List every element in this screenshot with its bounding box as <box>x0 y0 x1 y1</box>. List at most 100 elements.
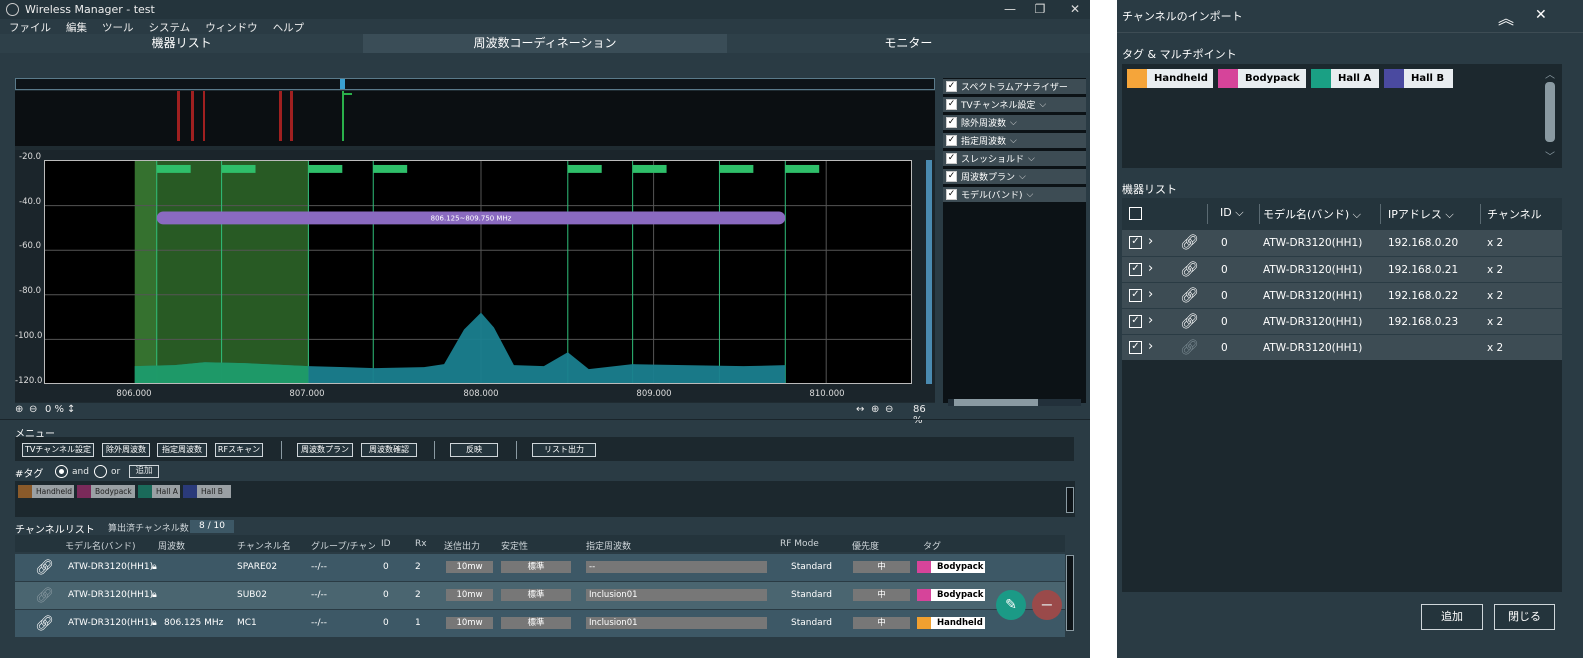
display-option-item[interactable]: ✓ 除外周波数 ⌵ <box>943 115 1086 130</box>
fixed-frequency-select[interactable]: Inclusion01 <box>586 617 767 629</box>
chevron-down-icon[interactable]: ⌵ <box>1019 172 1026 182</box>
horizontal-resize-icon[interactable]: ↔ <box>856 404 864 415</box>
checkbox-checked-icon[interactable]: ✓ <box>946 81 957 92</box>
priority-select[interactable]: 中 <box>853 589 910 601</box>
menu-system[interactable]: システム <box>149 20 191 35</box>
link-icon[interactable]: 🔗︎ <box>35 614 54 632</box>
display-option-item[interactable]: ✓ モデル(バンド) ⌵ <box>943 187 1086 202</box>
column-header[interactable]: チャンネル <box>1487 206 1542 222</box>
tag-chip-handheld[interactable]: Handheld <box>1127 69 1213 88</box>
column-header[interactable]: グループ/チャンネル <box>311 539 375 552</box>
tag-chip-bodypack[interactable]: Bodypack <box>77 485 135 498</box>
lock-icon[interactable]: 🔒︎ <box>152 562 157 572</box>
power-select[interactable]: 10mw <box>446 617 493 629</box>
chevron-right-icon[interactable]: › <box>1148 339 1153 354</box>
tag-chip[interactable]: Bodypack <box>917 561 985 573</box>
checkbox-checked-icon[interactable]: ✓ <box>1129 289 1142 302</box>
priority-select[interactable]: 中 <box>853 561 910 573</box>
column-header[interactable]: 送信出力 <box>444 539 480 552</box>
tag-chip-hall-a[interactable]: Hall A <box>138 485 180 498</box>
chevron-right-icon[interactable]: › <box>1148 261 1153 276</box>
close-button[interactable]: 閉じる <box>1494 604 1555 630</box>
chevron-right-icon[interactable]: › <box>1148 313 1153 328</box>
checkbox-checked-icon[interactable]: ✓ <box>946 135 957 146</box>
rf-scan-button[interactable]: RFスキャン <box>215 443 263 457</box>
display-option-item[interactable]: ✓ スレッショルド ⌵ <box>943 151 1086 166</box>
add-button[interactable]: 追加 <box>1421 604 1483 630</box>
link-icon[interactable]: 🔗︎ <box>1180 233 1199 251</box>
spectrum-chart[interactable]: 806.125~809.750 MHz <box>44 160 912 384</box>
chevron-down-icon[interactable]: ⌵ <box>1026 190 1033 200</box>
menu-window[interactable]: ウィンドウ <box>205 20 258 35</box>
tag-chip-hall-b[interactable]: Hall B <box>183 485 231 498</box>
chevron-down-icon[interactable]: ⌵ <box>1010 118 1017 128</box>
column-header[interactable]: 周波数 <box>158 539 185 552</box>
device-row[interactable]: ✓ › 🔗︎ 0 ATW-DR3120(HH1) 192.168.0.23 x 2 <box>1122 308 1562 334</box>
tab-device-list[interactable]: 機器リスト <box>0 34 364 53</box>
or-radio[interactable] <box>94 465 107 478</box>
channel-row[interactable]: 🔗︎ ATW-DR3120(HH1) 🔒︎ SUB02 --/-- 0 2 10mw 標準 Inc… <box>15 582 1065 609</box>
tag-chip[interactable]: Handheld <box>917 617 985 629</box>
list-export-button[interactable]: リスト出力 <box>532 443 596 457</box>
device-row[interactable]: ✓ › 🔗︎ 0 ATW-DR3120(HH1) x 2 <box>1122 334 1562 360</box>
tv-channel-settings-button[interactable]: TVチャンネル設定 <box>22 443 94 457</box>
lock-icon[interactable]: 🔒︎ <box>152 590 157 600</box>
fixed-frequency-select[interactable]: -- <box>586 561 767 573</box>
checkbox-checked-icon[interactable]: ✓ <box>1129 341 1142 354</box>
menu-help[interactable]: ヘルプ <box>273 20 305 35</box>
column-header[interactable]: ID ⌵ <box>1220 206 1244 220</box>
zoom-in-icon[interactable]: ⊕ <box>871 404 879 415</box>
device-row[interactable]: ✓ › 🔗︎ 0 ATW-DR3120(HH1) 192.168.0.21 x 2 <box>1122 256 1562 282</box>
vertical-resize-icon[interactable]: ↕ <box>67 404 75 415</box>
power-select[interactable]: 10mw <box>446 561 493 573</box>
checkbox-checked-icon[interactable]: ✓ <box>946 99 957 110</box>
tag-chip-handheld[interactable]: Handheld <box>18 485 74 498</box>
maximize-icon[interactable]: ❐ <box>1025 0 1055 19</box>
add-tag-button[interactable]: 追加 <box>129 465 159 478</box>
dialog-tag-scrollbar[interactable]: ︿ ﹀ <box>1543 66 1557 164</box>
device-row[interactable]: ✓ › 🔗︎ 0 ATW-DR3120(HH1) 192.168.0.20 x 2 <box>1122 230 1562 256</box>
checkbox-checked-icon[interactable]: ✓ <box>946 171 957 182</box>
column-header[interactable]: IPアドレス ⌵ <box>1388 206 1454 222</box>
display-option-item[interactable]: ✓ 指定周波数 ⌵ <box>943 133 1086 148</box>
link-icon[interactable]: 🔗︎ <box>1180 338 1199 356</box>
priority-select[interactable]: 中 <box>853 617 910 629</box>
close-icon[interactable]: ✕ <box>1060 0 1090 19</box>
and-radio[interactable] <box>55 465 68 478</box>
tag-chip-bodypack[interactable]: Bodypack <box>1218 69 1306 88</box>
zoom-out-icon[interactable]: ⊖ <box>29 404 37 415</box>
stability-select[interactable]: 標準 <box>501 617 571 629</box>
device-row[interactable]: ✓ › 🔗︎ 0 ATW-DR3120(HH1) 192.168.0.22 x 2 <box>1122 282 1562 308</box>
minimize-icon[interactable]: — <box>995 0 1025 19</box>
stability-select[interactable]: 標準 <box>501 589 571 601</box>
lock-icon[interactable]: 🔒︎ <box>152 618 157 628</box>
column-header[interactable]: ID <box>381 539 391 549</box>
link-icon[interactable]: 🔗︎ <box>35 558 54 576</box>
column-header[interactable]: Rx <box>415 539 427 549</box>
checkbox-checked-icon[interactable]: ✓ <box>946 117 957 128</box>
column-header[interactable]: 指定周波数 <box>586 539 631 552</box>
link-icon[interactable]: 🔗︎ <box>1180 260 1199 278</box>
checkbox-checked-icon[interactable]: ✓ <box>1129 315 1142 328</box>
channel-list-scrollbar[interactable] <box>1066 555 1074 631</box>
edit-fab-button[interactable]: ✎ <box>996 590 1026 620</box>
zoom-in-icon[interactable]: ⊕ <box>15 404 23 415</box>
channel-row[interactable]: 🔗︎ ATW-DR3120(HH1) 🔒︎ 806.125 MHz MC1 --/-- 0 1… <box>15 610 1065 637</box>
checkbox-checked-icon[interactable]: ✓ <box>946 153 957 164</box>
tag-chip-hall-b[interactable]: Hall B <box>1384 69 1453 88</box>
column-header[interactable]: 優先度 <box>852 539 879 552</box>
display-option-item[interactable]: ✓ スペクトラムアナライザー <box>943 79 1086 94</box>
frequency-plan-button[interactable]: 周波数プラン <box>297 443 353 457</box>
fixed-frequency-select[interactable]: Inclusion01 <box>586 589 767 601</box>
plot-scrollbar[interactable] <box>926 160 932 384</box>
menu-edit[interactable]: 編集 <box>66 20 87 35</box>
channel-row[interactable]: 🔗︎ ATW-DR3120(HH1) 🔒︎ SPARE02 --/-- 0 2 10mw 標準 -… <box>15 554 1065 581</box>
tag-chip[interactable]: Bodypack <box>917 589 985 601</box>
checkbox-checked-icon[interactable]: ✓ <box>1129 263 1142 276</box>
column-header[interactable]: チャンネル名 <box>237 539 291 552</box>
power-select[interactable]: 10mw <box>446 589 493 601</box>
frequency-check-button[interactable]: 周波数確認 <box>361 443 417 457</box>
tag-scrollbar[interactable] <box>1066 487 1074 513</box>
checkbox-checked-icon[interactable]: ✓ <box>946 189 957 200</box>
display-option-item[interactable]: ✓ TVチャンネル設定 ⌵ <box>943 97 1086 112</box>
